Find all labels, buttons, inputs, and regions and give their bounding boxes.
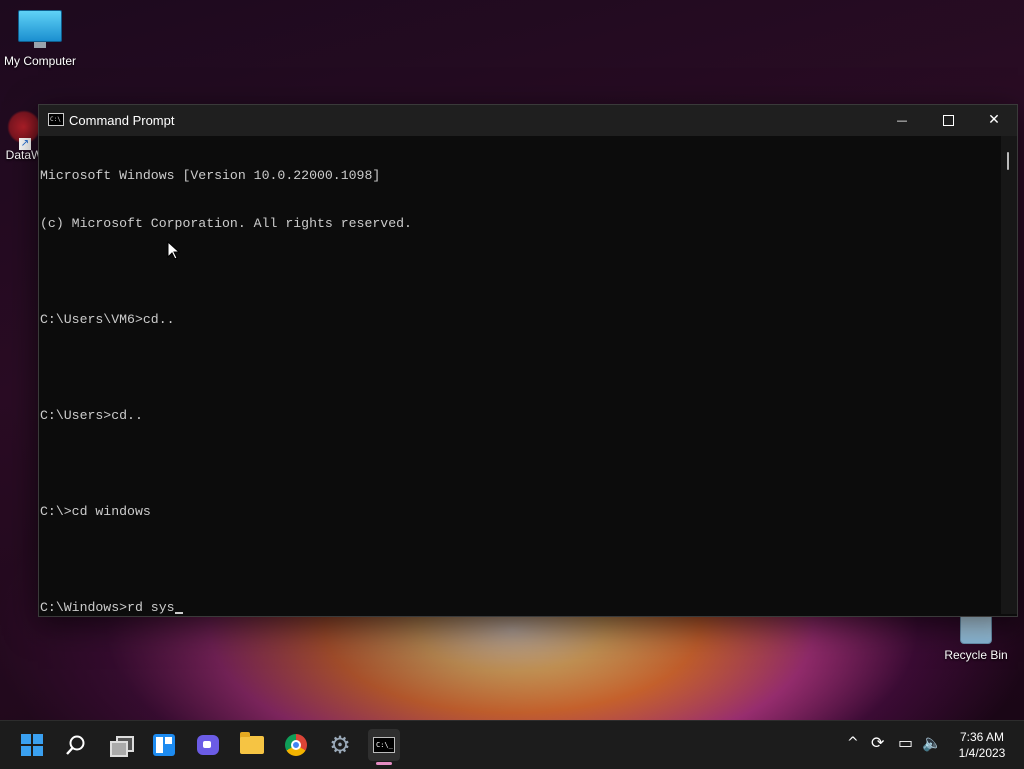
console-line: C:\Users\VM6>cd..	[40, 312, 175, 327]
desktop-icon-label: Recycle Bin	[944, 648, 1008, 662]
show-hidden-icons-chevron-icon[interactable]: ^	[847, 735, 859, 751]
minimize-icon: —	[896, 114, 908, 127]
console-command: C:\Windows>rd sys	[40, 600, 175, 615]
network-icon[interactable]: ▭	[898, 733, 913, 752]
clock-date: 1/4/2023	[958, 746, 1006, 760]
command-prompt-icon: C:\	[48, 113, 64, 126]
windows-logo-icon	[21, 734, 43, 756]
chat-button[interactable]	[192, 729, 224, 761]
minimize-button[interactable]: —	[879, 105, 925, 136]
chat-icon	[197, 735, 219, 755]
shortcut-arrow-icon: ↗	[19, 138, 31, 150]
file-explorer-button[interactable]	[236, 729, 268, 761]
volume-icon[interactable]: 🔈	[922, 733, 942, 752]
taskbar: ⚙ C:\_ ^ ⟳ ▭ 🔈 7:36 AM 1/4/2023	[0, 720, 1024, 769]
task-view-icon-front	[110, 741, 128, 757]
chrome-icon	[285, 734, 307, 756]
command-prompt-window[interactable]: C:\ Command Prompt — ✕ Microsoft Windows…	[38, 104, 1018, 617]
settings-button[interactable]: ⚙	[324, 729, 356, 761]
window-titlebar[interactable]: C:\ Command Prompt — ✕	[39, 105, 1017, 136]
maximize-icon	[942, 114, 954, 126]
vertical-scrollbar[interactable]	[1001, 136, 1017, 614]
console-input-line[interactable]: C:\Windows>rd sys	[40, 600, 1001, 616]
maximize-button[interactable]	[925, 105, 971, 136]
sync-status-icon[interactable]: ⟳	[871, 733, 884, 752]
close-icon: ✕	[988, 112, 1000, 128]
monitor-icon	[18, 10, 62, 48]
datawrapper-shortcut-icon: ↗	[7, 110, 41, 150]
console-line: C:\>cd windows	[40, 504, 151, 519]
desktop-icon-label: My Computer	[3, 54, 77, 68]
desktop-icon-my-computer[interactable]: My Computer	[2, 10, 78, 68]
console-line: Microsoft Windows [Version 10.0.22000.10…	[40, 168, 381, 183]
widgets-button[interactable]	[148, 729, 180, 761]
task-view-button[interactable]	[104, 729, 136, 761]
clock-time: 7:36 AM	[959, 730, 1005, 744]
scrollbar-thumb[interactable]	[1007, 152, 1009, 170]
close-button[interactable]: ✕	[971, 105, 1017, 136]
search-icon	[66, 735, 85, 755]
console-line: (c) Microsoft Corporation. All rights re…	[40, 216, 412, 231]
console-output[interactable]: Microsoft Windows [Version 10.0.22000.10…	[39, 136, 1001, 616]
active-app-indicator	[376, 762, 392, 765]
command-prompt-taskbar-button[interactable]: C:\_	[368, 729, 400, 761]
mouse-pointer-icon	[167, 241, 181, 260]
settings-icon: ⚙	[329, 731, 351, 759]
command-prompt-icon: C:\_	[373, 737, 395, 753]
system-clock[interactable]: 7:36 AM 1/4/2023	[948, 729, 1016, 761]
start-button[interactable]	[16, 729, 48, 761]
window-title: Command Prompt	[69, 113, 175, 128]
text-cursor	[174, 612, 183, 614]
console-line: C:\Users>cd..	[40, 408, 143, 423]
file-explorer-icon	[240, 732, 264, 754]
chrome-button[interactable]	[280, 729, 312, 761]
search-button[interactable]	[60, 729, 92, 761]
widgets-icon	[153, 734, 175, 756]
